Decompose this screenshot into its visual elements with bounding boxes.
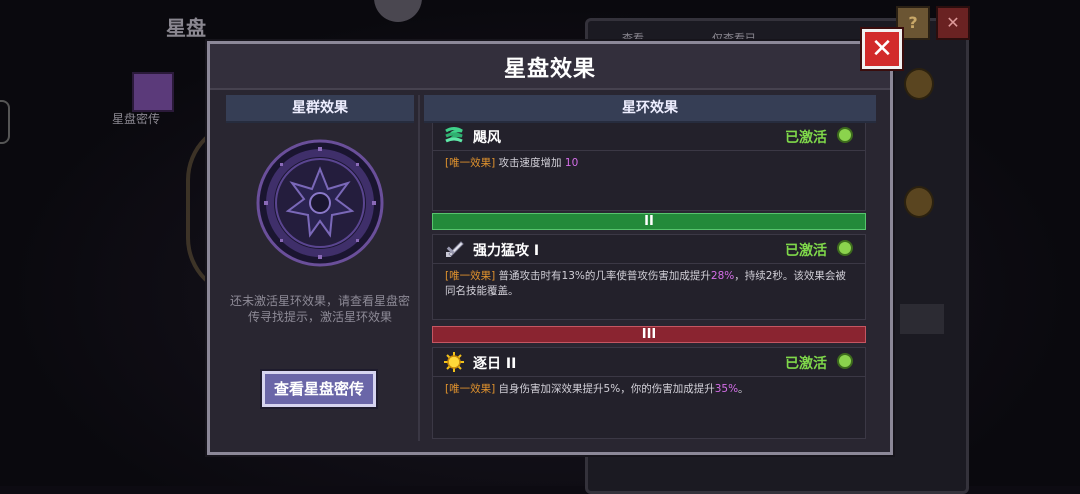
skill-header: 强力猛攻 I 已激活 bbox=[433, 235, 865, 264]
skill-card-hurricane: 飓风 已激活 [唯一效果] 攻击速度增加 10 bbox=[432, 123, 866, 211]
close-button[interactable]: ✕ bbox=[860, 27, 904, 71]
description-text: 。 bbox=[738, 383, 749, 395]
view-star-lore-button[interactable]: 查看星盘密传 bbox=[260, 369, 378, 409]
coin-icon bbox=[904, 68, 934, 100]
constellation-effects-header: 星群效果 bbox=[226, 95, 414, 123]
active-status-icon bbox=[837, 240, 853, 256]
hurricane-skill-icon bbox=[445, 127, 463, 143]
modal-title: 星盘效果 bbox=[503, 57, 596, 82]
skill-status: 已激活 bbox=[785, 243, 827, 259]
description-text: 自身伤害加深效果提升5%，你的伤害加成提升 bbox=[495, 383, 715, 395]
skill-name: 强力猛攻 I bbox=[473, 243, 540, 259]
star-book-label: 星盘密传 bbox=[112, 112, 161, 126]
star-book-icon bbox=[132, 72, 174, 112]
description-value: 10 bbox=[564, 157, 579, 169]
active-status-icon bbox=[837, 353, 853, 369]
background-title: 星盘 bbox=[166, 16, 206, 40]
skill-header: 飓风 已激活 bbox=[433, 123, 865, 151]
tier-3-bar: III bbox=[432, 326, 866, 343]
skill-description: [唯一效果] 自身伤害加深效果提升5%，你的伤害加成提升35%。 bbox=[445, 382, 853, 397]
skill-status: 已激活 bbox=[785, 130, 827, 146]
skill-card-power-assault: 强力猛攻 I 已激活 [唯一效果] 普通攻击时有13%的几率使普攻伤害加成提升2… bbox=[432, 234, 866, 320]
unique-effect-tag: [唯一效果] bbox=[445, 270, 496, 282]
left-edge-tab bbox=[0, 100, 10, 144]
tier-2-bar: II bbox=[432, 213, 866, 230]
skill-status: 已激活 bbox=[785, 356, 827, 372]
skill-card-chasing-sun: 逐日 II 已激活 [唯一效果] 自身伤害加深效果提升5%，你的伤害加成提升35… bbox=[432, 347, 866, 439]
unique-effect-tag: [唯一效果] bbox=[445, 383, 496, 395]
unique-effect-tag: [唯一效果] bbox=[445, 157, 496, 169]
modal-title-bar: 星盘效果 bbox=[210, 44, 890, 90]
skill-name: 飓风 bbox=[473, 130, 501, 146]
sun-skill-icon bbox=[444, 352, 464, 372]
skill-name: 逐日 II bbox=[473, 356, 517, 372]
star-ring-effects-header: 星环效果 bbox=[424, 95, 876, 123]
constellation-effects-panel: 星群效果 还未激活星环效果，请查看星盘密传寻找提示，激活星环效果 查看星盘密传 bbox=[226, 95, 414, 439]
description-value: 35% bbox=[714, 383, 739, 395]
skill-description: [唯一效果] 攻击速度增加 10 bbox=[445, 156, 853, 171]
background-close-icon: ✕ bbox=[936, 6, 970, 40]
coin-icon bbox=[904, 186, 934, 218]
description-value: 28% bbox=[710, 270, 735, 282]
star-chart-emblem-icon bbox=[256, 139, 384, 267]
description-text: 攻击速度增加 bbox=[495, 157, 565, 169]
skill-description: [唯一效果] 普通攻击时有13%的几率使普攻伤害加成提升28%，持续2秒。该效果… bbox=[445, 269, 853, 299]
background-bar bbox=[900, 304, 944, 334]
star-ring-effects-list[interactable]: 飓风 已激活 [唯一效果] 攻击速度增加 10 II 强力猛攻 I 已激活 [唯… bbox=[424, 123, 876, 441]
skill-header: 逐日 II 已激活 bbox=[433, 348, 865, 377]
sword-skill-icon bbox=[446, 241, 464, 257]
active-status-icon bbox=[837, 127, 853, 143]
panel-divider bbox=[418, 95, 420, 441]
description-text: 普通攻击时有13%的几率使普攻伤害加成提升 bbox=[495, 270, 711, 282]
activation-hint: 还未激活星环效果，请查看星盘密传寻找提示，激活星环效果 bbox=[229, 294, 410, 324]
